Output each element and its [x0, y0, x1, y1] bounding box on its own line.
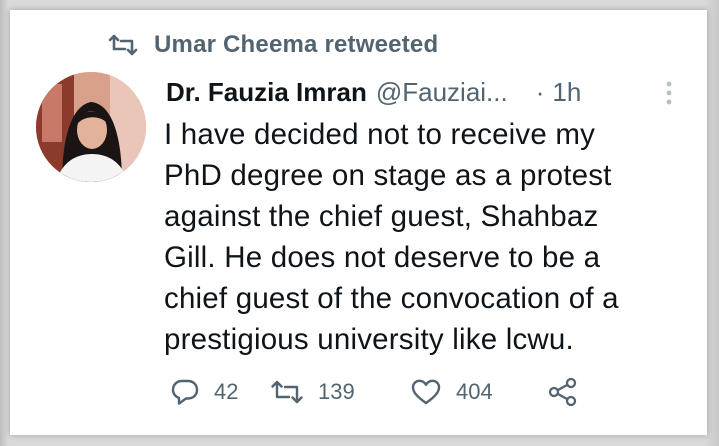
header-separator: · [535, 76, 545, 107]
retweet-banner-text[interactable]: Umar Cheema retweeted [154, 31, 438, 59]
reply-button[interactable]: 42 [170, 378, 270, 406]
like-button[interactable]: 404 [410, 378, 548, 406]
share-button[interactable] [548, 377, 578, 407]
share-icon [548, 377, 577, 407]
tweet-actions: 42 139 404 [170, 374, 578, 410]
avatar[interactable] [36, 72, 146, 182]
screenshot-frame: Umar Cheema retweeted Dr. Fauzia Imran @… [0, 0, 719, 446]
retweet-icon [108, 34, 138, 56]
retweet-icon [271, 380, 303, 404]
heart-icon [411, 379, 441, 405]
more-options-icon[interactable] [665, 80, 673, 106]
avatar-image [36, 72, 146, 182]
tweet-text: I have decided not to receive my PhD deg… [164, 118, 619, 356]
tweet-card[interactable]: Umar Cheema retweeted Dr. Fauzia Imran @… [10, 10, 707, 435]
tweet-header: Dr. Fauzia Imran @Fauziai... · 1h [166, 72, 701, 112]
author-name[interactable]: Dr. Fauzia Imran [166, 77, 367, 108]
reply-icon [171, 379, 199, 405]
author-handle[interactable]: @Fauziai... [376, 77, 508, 108]
retweet-banner: Umar Cheema retweeted [108, 28, 438, 62]
tweet-timestamp[interactable]: 1h [552, 77, 581, 108]
retweet-button[interactable]: 139 [270, 379, 410, 405]
retweet-count: 139 [318, 379, 355, 404]
like-count: 404 [456, 379, 493, 404]
reply-count: 42 [214, 379, 239, 404]
